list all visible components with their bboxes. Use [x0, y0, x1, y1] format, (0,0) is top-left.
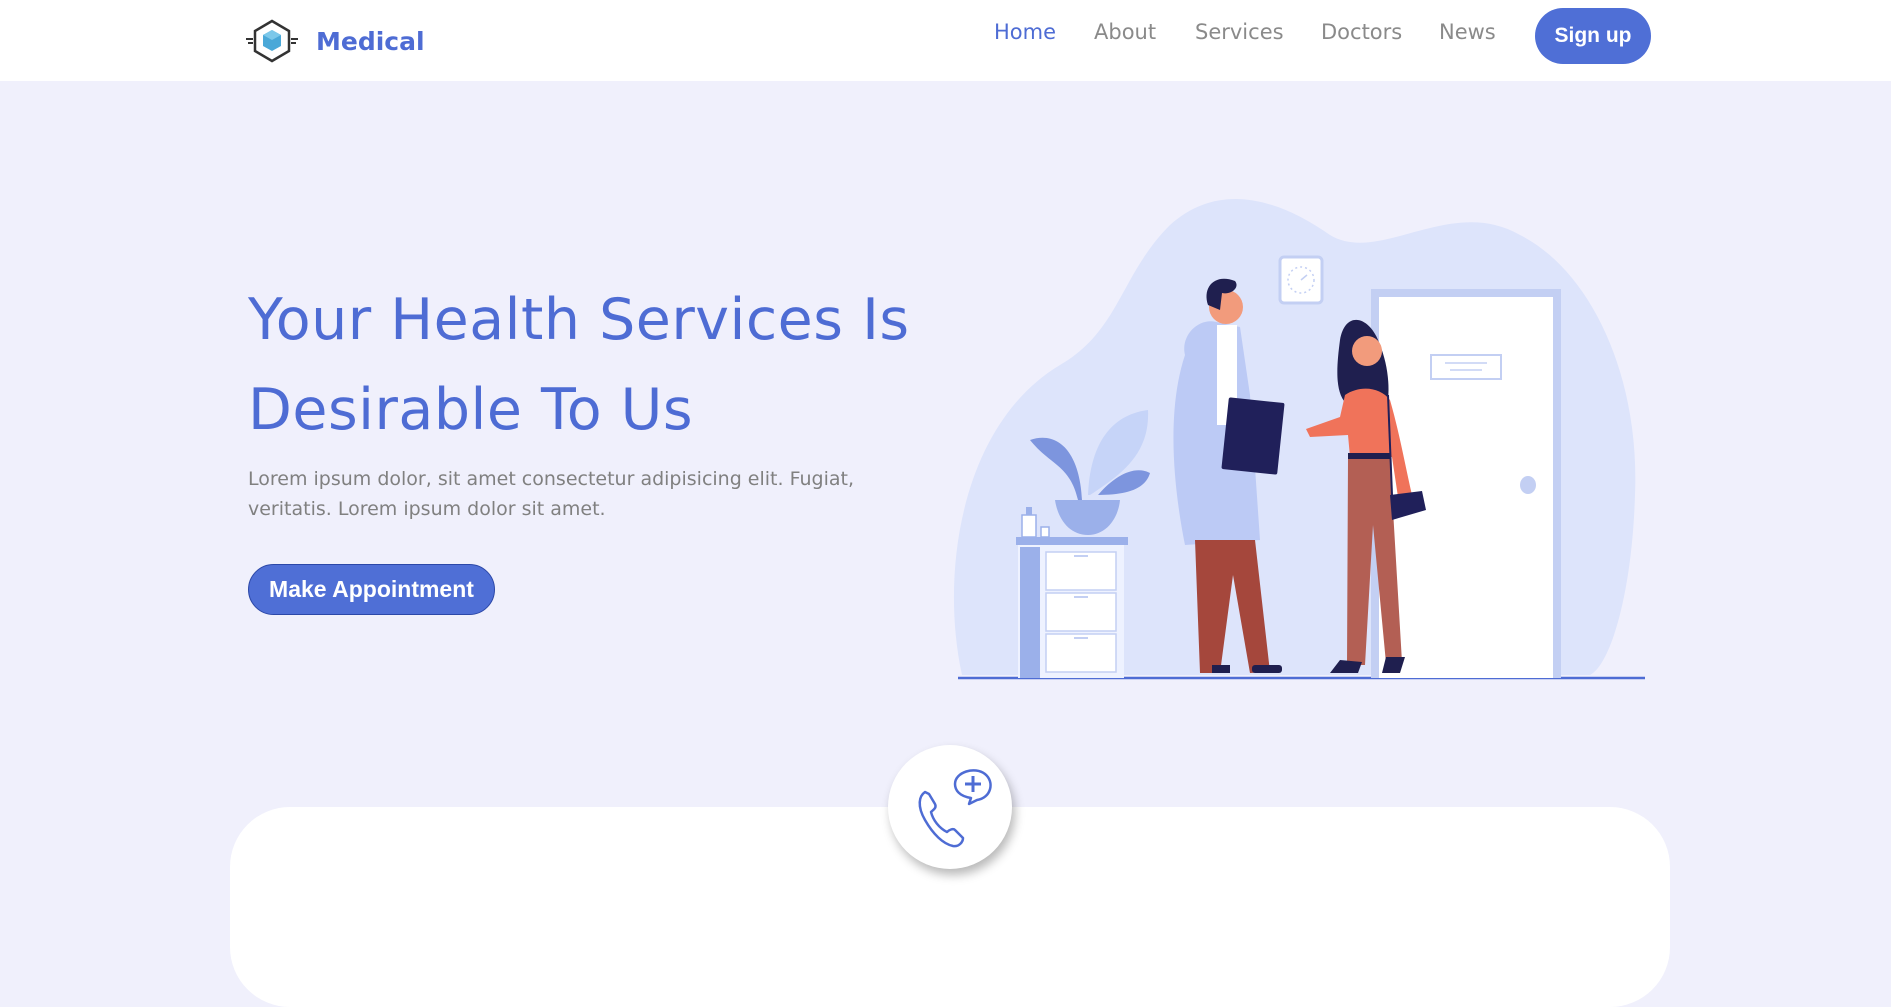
- contact-button[interactable]: [888, 745, 1012, 869]
- navbar: Medical Home About Services Doctors News…: [0, 0, 1891, 81]
- hero-title-line1: Your Health Services Is: [248, 287, 910, 353]
- hero-title-line2: Desirable To Us: [248, 377, 694, 443]
- hero-title: Your Health Services Is Desirable To Us: [248, 275, 968, 455]
- nav-services[interactable]: Services: [1195, 20, 1284, 44]
- nav-about[interactable]: About: [1094, 20, 1156, 44]
- phone-medical-chat-icon: [918, 769, 992, 848]
- hero-description: Lorem ipsum dolor, sit amet consectetur …: [248, 468, 854, 520]
- doctor-and-patient-illustration: [953, 198, 1645, 680]
- nav-home[interactable]: Home: [994, 20, 1056, 44]
- make-appointment-button[interactable]: Make Appointment: [248, 564, 495, 615]
- signup-button[interactable]: Sign up: [1535, 8, 1651, 64]
- nav-news[interactable]: News: [1439, 20, 1496, 44]
- nav-doctors[interactable]: Doctors: [1321, 20, 1402, 44]
